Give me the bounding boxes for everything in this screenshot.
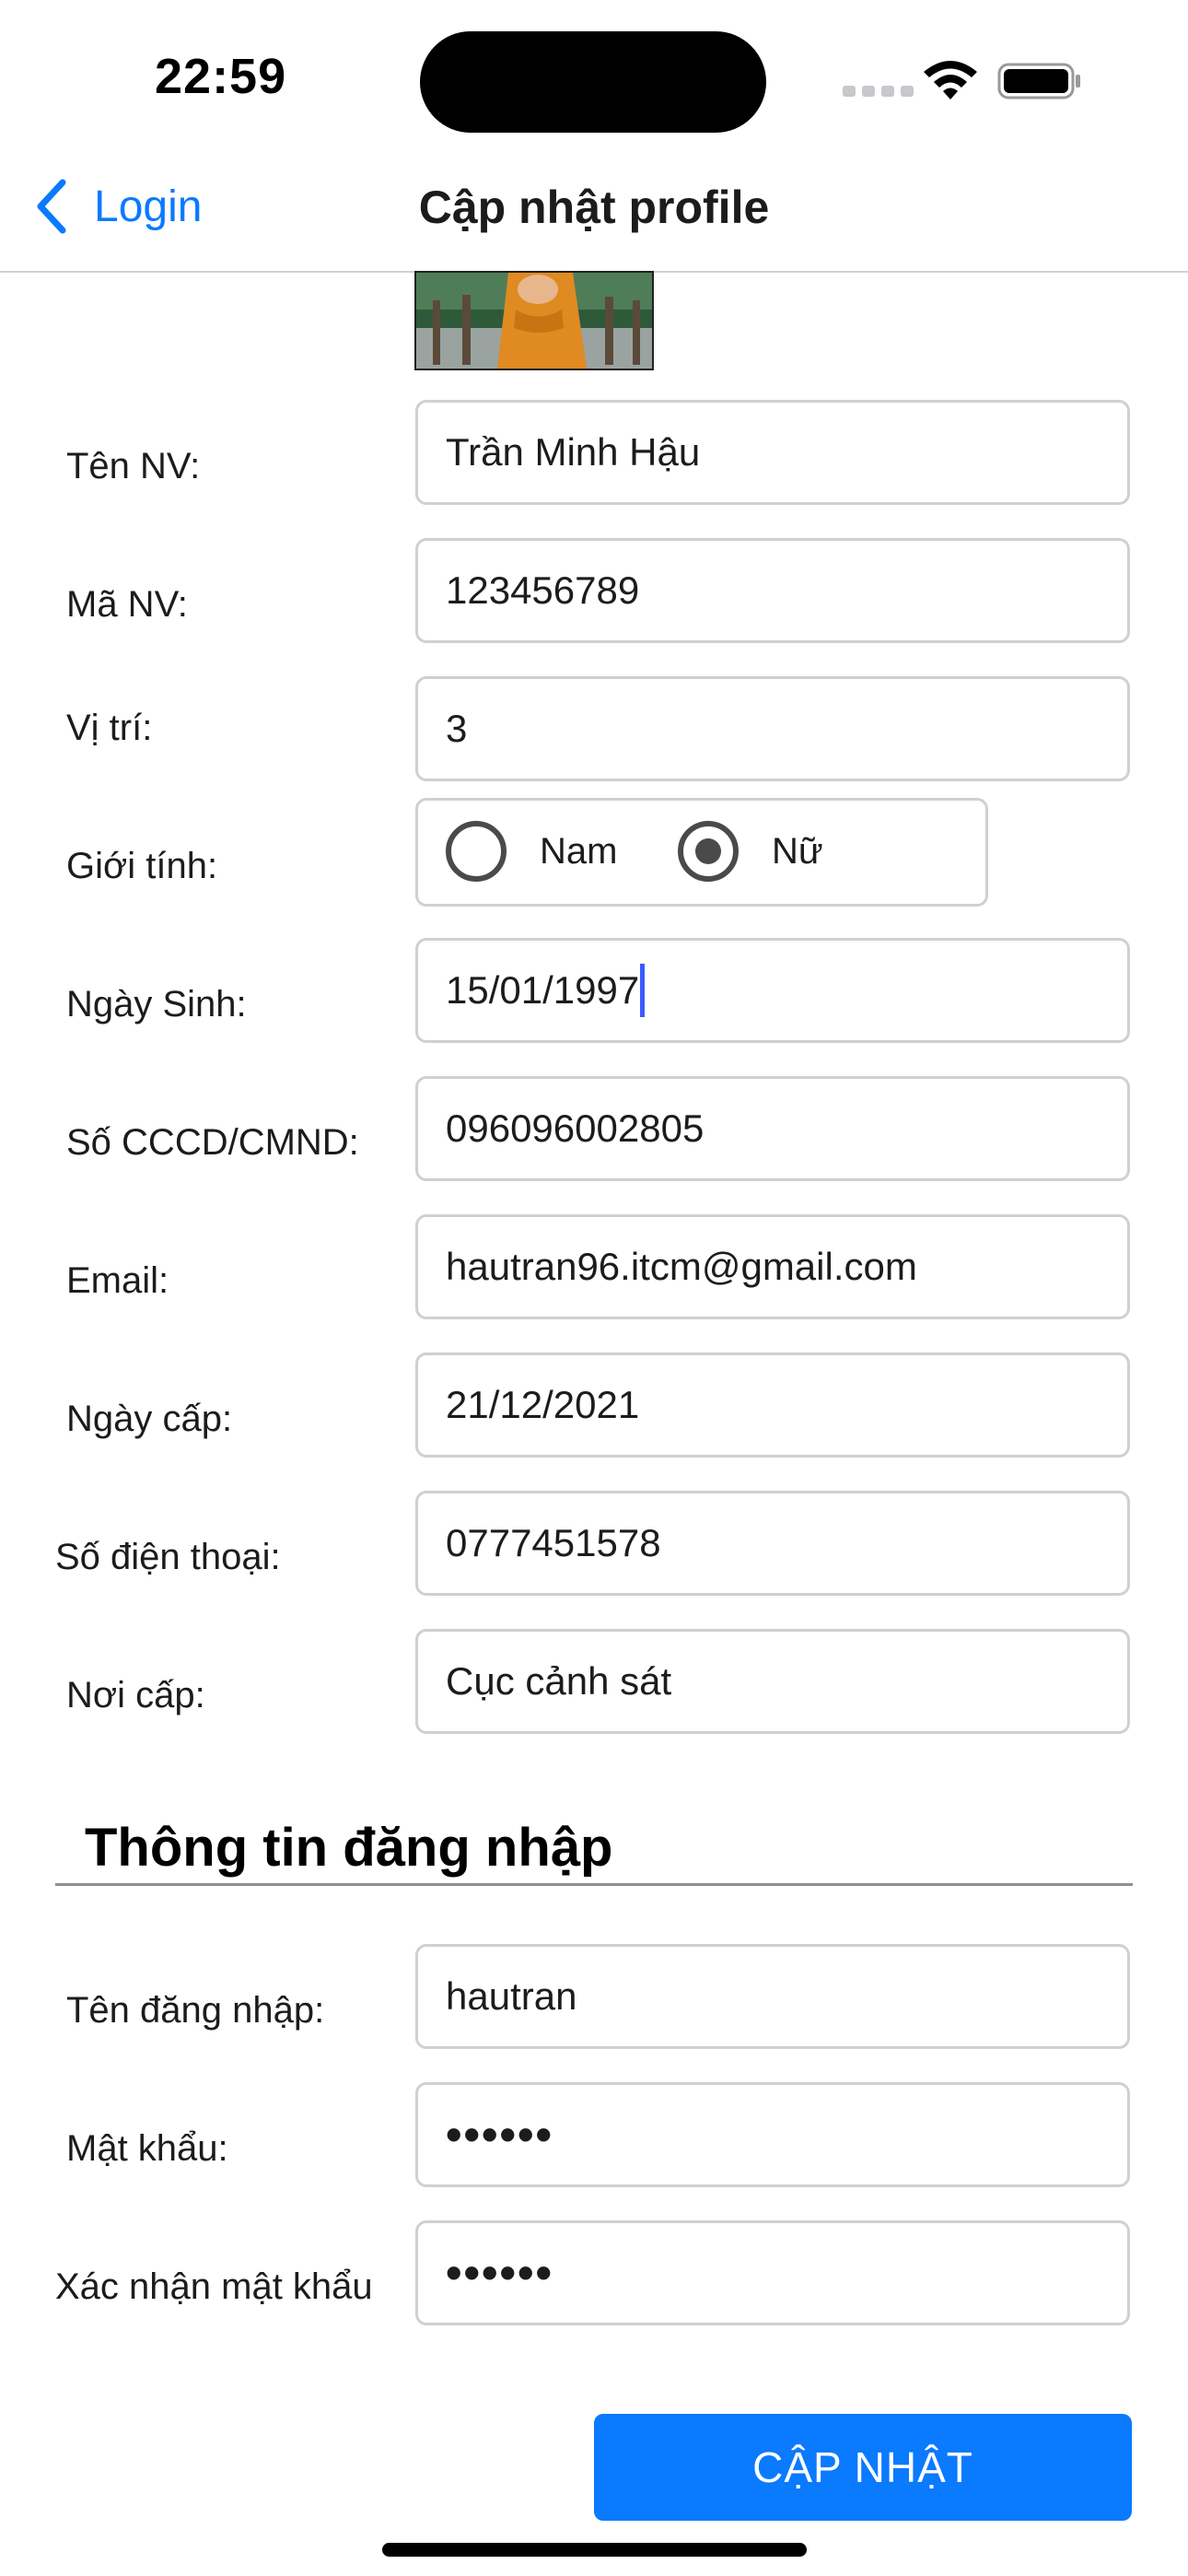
password-label: Mật khẩu: [66, 2128, 228, 2169]
gender-label: Giới tính: [66, 846, 218, 886]
navigation-bar: Login Cập nhật profile [0, 157, 1188, 273]
employee-id-label: Mã NV: [66, 584, 188, 625]
username-field[interactable]: hautran [415, 1944, 1130, 2049]
home-indicator [382, 2543, 807, 2557]
id-number-label: Số CCCD/CMND: [66, 1122, 359, 1163]
cellular-signal-icon [843, 86, 914, 97]
status-time: 22:59 [155, 49, 287, 104]
login-section-title: Thông tin đăng nhập [85, 1818, 613, 1878]
gender-option-label: Nam [540, 830, 618, 872]
issue-place-label: Nơi cấp: [66, 1675, 205, 1715]
update-button[interactable]: CẬP NHẬT [594, 2414, 1132, 2521]
radio-unchecked-icon [446, 821, 507, 882]
section-divider [55, 1883, 1133, 1886]
password-field[interactable]: •••••• [415, 2082, 1130, 2187]
wifi-icon [924, 61, 977, 100]
text-cursor [640, 964, 646, 1017]
battery-icon [997, 63, 1080, 100]
gender-radio-group: Nam Nữ [415, 798, 988, 907]
page-title: Cập nhật profile [418, 181, 770, 233]
employee-id-field[interactable]: 123456789 [415, 538, 1130, 643]
gender-option-label: Nữ [772, 830, 823, 872]
email-label: Email: [66, 1260, 169, 1301]
position-label: Vị trí: [66, 708, 153, 748]
email-field[interactable]: hautran96.itcm@gmail.com [415, 1214, 1130, 1319]
phone-field[interactable]: 0777451578 [415, 1491, 1130, 1596]
username-label: Tên đăng nhập: [66, 1990, 325, 2031]
radio-checked-icon [678, 821, 739, 882]
employee-name-field[interactable]: Trần Minh Hậu [415, 400, 1130, 505]
issue-date-field[interactable]: 21/12/2021 [415, 1352, 1130, 1458]
confirm-password-field[interactable]: •••••• [415, 2220, 1130, 2325]
gender-option-female[interactable]: Nữ [678, 821, 823, 882]
dynamic-island [420, 31, 766, 133]
profile-photo[interactable] [414, 271, 654, 370]
birth-date-field[interactable]: 15/01/1997 [415, 938, 1130, 1043]
id-number-field[interactable]: 096096002805 [415, 1076, 1130, 1181]
issue-place-field[interactable]: Cục cảnh sát [415, 1629, 1130, 1734]
phone-label: Số điện thoại: [55, 1537, 281, 1577]
birth-date-label: Ngày Sinh: [66, 984, 247, 1025]
position-field[interactable]: 3 [415, 676, 1130, 781]
confirm-password-label: Xác nhận mật khẩu [55, 2266, 373, 2307]
birth-date-value: 15/01/1997 [446, 968, 640, 1012]
employee-name-label: Tên NV: [66, 446, 201, 486]
gender-option-male[interactable]: Nam [446, 821, 617, 882]
issue-date-label: Ngày cấp: [66, 1399, 233, 1439]
